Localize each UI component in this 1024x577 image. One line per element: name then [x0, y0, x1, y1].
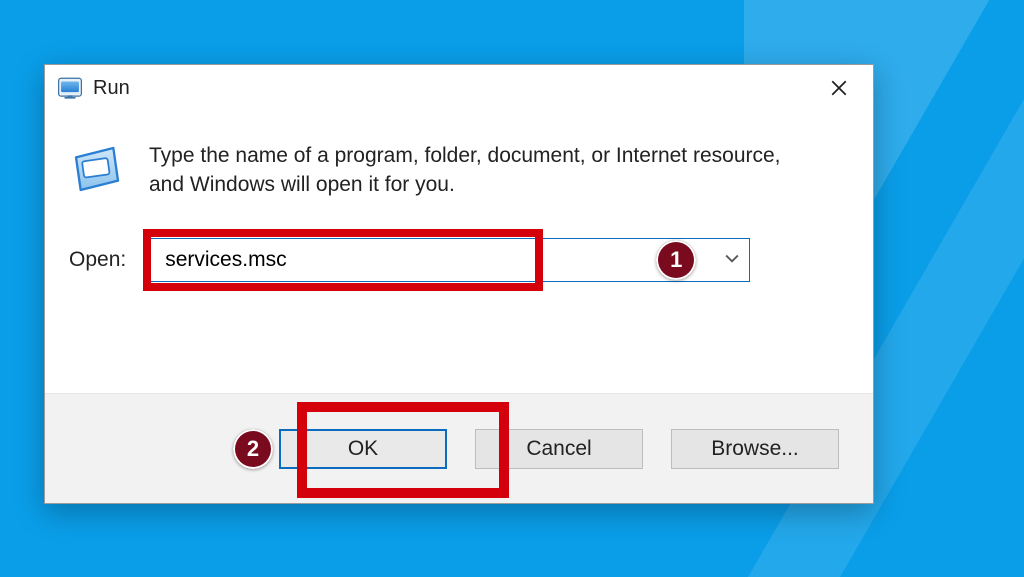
open-row: Open: 1: [65, 238, 853, 282]
run-large-icon: [69, 141, 125, 197]
dialog-title: Run: [93, 77, 130, 100]
ok-button-label: OK: [348, 437, 378, 461]
button-bar: 2 OK Cancel Browse...: [45, 393, 873, 503]
titlebar: Run: [45, 65, 873, 111]
open-combobox[interactable]: 1: [150, 238, 750, 282]
chevron-down-icon: [725, 254, 739, 264]
ok-button[interactable]: OK: [279, 429, 447, 469]
close-icon: [830, 79, 848, 97]
run-app-icon: [57, 75, 83, 101]
dialog-body: Type the name of a program, folder, docu…: [45, 111, 873, 393]
run-dialog: Run Type the name of a program,: [44, 64, 874, 504]
combo-dropdown-button[interactable]: [725, 251, 739, 269]
cancel-button[interactable]: Cancel: [475, 429, 643, 469]
browse-button-label: Browse...: [711, 437, 799, 461]
description-row: Type the name of a program, folder, docu…: [65, 141, 853, 200]
annotation-callout-2: 2: [233, 429, 273, 469]
close-button[interactable]: [811, 65, 867, 111]
browse-button[interactable]: Browse...: [671, 429, 839, 469]
description-text: Type the name of a program, folder, docu…: [149, 141, 789, 200]
open-label: Open:: [69, 248, 126, 272]
cancel-button-label: Cancel: [526, 437, 591, 461]
annotation-callout-1: 1: [656, 240, 696, 280]
